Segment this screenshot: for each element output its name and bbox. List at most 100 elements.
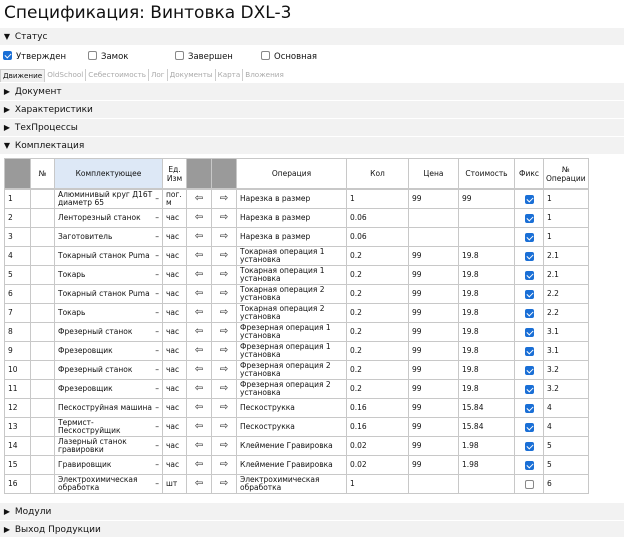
row-select[interactable] xyxy=(30,284,55,304)
component-cell[interactable]: Пескоструйная машина – xyxy=(54,398,163,418)
unit-cell[interactable]: час xyxy=(162,246,187,266)
row-select[interactable] xyxy=(30,474,55,494)
table-row[interactable]: 8 Фрезерный станок – час ⇦ ⇨ Фрезерная операци… xyxy=(4,322,589,342)
section-tech[interactable]: ▶ ТехПроцессы xyxy=(0,119,624,136)
row-select[interactable] xyxy=(30,379,55,399)
arrow-in-icon[interactable]: ⇦ xyxy=(186,246,212,266)
operation-cell[interactable]: Токарная операция 1 установка xyxy=(236,246,347,266)
checkbox-box[interactable] xyxy=(261,51,270,60)
main-checkbox[interactable]: Основная xyxy=(261,51,317,63)
fix-cell[interactable] xyxy=(514,398,544,418)
arrow-out-icon[interactable]: ⇨ xyxy=(211,474,237,494)
qty-cell[interactable]: 0.2 xyxy=(346,284,409,304)
fix-cell[interactable] xyxy=(514,303,544,323)
fix-checkbox[interactable] xyxy=(524,365,534,375)
fix-cell[interactable] xyxy=(514,436,544,456)
component-cell[interactable]: Фрезерный станок – xyxy=(54,322,163,342)
qty-cell[interactable]: 0.06 xyxy=(346,227,409,247)
section-kit[interactable]: ▼ Комплектация xyxy=(0,137,624,154)
lock-checkbox[interactable]: Замок xyxy=(88,51,128,63)
table-row[interactable]: 1 Алюминивый круг Д16Т диаметр 65– пог. м ⇦… xyxy=(4,189,589,209)
fix-checkbox[interactable] xyxy=(524,441,534,451)
table-row[interactable]: 11 Фрезеровщик – час ⇦ ⇨ Фрезерная операция 2 … xyxy=(4,379,589,399)
qty-cell[interactable]: 0.02 xyxy=(346,436,409,456)
price-cell[interactable]: 99 xyxy=(408,455,459,475)
operation-cell[interactable]: Нарезка в размер xyxy=(236,208,347,228)
section-modules[interactable]: ▶ Модули xyxy=(0,503,624,520)
arrow-in-icon[interactable]: ⇦ xyxy=(186,284,212,304)
qty-cell[interactable]: 0.02 xyxy=(346,455,409,475)
operation-cell[interactable]: Пескострукка xyxy=(236,417,347,437)
fix-cell[interactable] xyxy=(514,246,544,266)
arrow-out-icon[interactable]: ⇨ xyxy=(211,398,237,418)
row-select[interactable] xyxy=(30,208,55,228)
fix-checkbox[interactable] xyxy=(524,270,534,280)
section-document[interactable]: ▶ Документ xyxy=(0,83,624,100)
price-cell[interactable] xyxy=(408,227,459,247)
unit-cell[interactable]: час xyxy=(162,284,187,304)
component-cell[interactable]: Электрохимическая обработка – xyxy=(54,474,163,494)
component-cell[interactable]: Фрезеровщик – xyxy=(54,379,163,399)
fix-checkbox[interactable] xyxy=(524,422,534,432)
price-cell[interactable]: 99 xyxy=(408,303,459,323)
operation-cell[interactable]: Фрезерная операция 2 установка xyxy=(236,379,347,399)
arrow-out-icon[interactable]: ⇨ xyxy=(211,189,237,209)
unit-cell[interactable]: час xyxy=(162,398,187,418)
component-cell[interactable]: Ленторезный станок – xyxy=(54,208,163,228)
row-select[interactable] xyxy=(30,398,55,418)
qty-cell[interactable]: 0.2 xyxy=(346,379,409,399)
row-select[interactable] xyxy=(30,265,55,285)
section-characteristics[interactable]: ▶ Характеристики xyxy=(0,101,624,118)
arrow-in-icon[interactable]: ⇦ xyxy=(186,379,212,399)
price-cell[interactable] xyxy=(408,208,459,228)
qty-cell[interactable]: 0.06 xyxy=(346,208,409,228)
table-row[interactable]: 5 Токарь – час ⇦ ⇨ Токарная операция 1 установ… xyxy=(4,265,589,285)
row-select[interactable] xyxy=(30,455,55,475)
price-cell[interactable]: 99 xyxy=(408,284,459,304)
price-cell[interactable] xyxy=(408,474,459,494)
fix-cell[interactable] xyxy=(514,474,544,494)
arrow-out-icon[interactable]: ⇨ xyxy=(211,246,237,266)
component-cell[interactable]: Токарный станок Puma – xyxy=(54,284,163,304)
qty-cell[interactable]: 0.2 xyxy=(346,360,409,380)
arrow-out-icon[interactable]: ⇨ xyxy=(211,341,237,361)
arrow-out-icon[interactable]: ⇨ xyxy=(211,227,237,247)
component-cell[interactable]: Токарь – xyxy=(54,265,163,285)
component-cell[interactable]: Алюминивый круг Д16Т диаметр 65– xyxy=(54,189,163,209)
fix-cell[interactable] xyxy=(514,360,544,380)
fix-checkbox[interactable] xyxy=(524,346,534,356)
operation-cell[interactable]: Электрохимическая обработка xyxy=(236,474,347,494)
arrow-in-icon[interactable]: ⇦ xyxy=(186,208,212,228)
qty-cell[interactable]: 0.2 xyxy=(346,341,409,361)
price-cell[interactable]: 99 xyxy=(408,436,459,456)
operation-cell[interactable]: Фрезерная операция 2 установка xyxy=(236,360,347,380)
fix-checkbox[interactable] xyxy=(524,384,534,394)
approved-checkbox[interactable]: Утвержден xyxy=(3,51,66,63)
operation-cell[interactable]: Фрезерная операция 1 установка xyxy=(236,341,347,361)
row-select[interactable] xyxy=(30,341,55,361)
unit-cell[interactable]: час xyxy=(162,303,187,323)
fix-cell[interactable] xyxy=(514,284,544,304)
arrow-out-icon[interactable]: ⇨ xyxy=(211,265,237,285)
unit-cell[interactable]: час xyxy=(162,322,187,342)
table-row[interactable]: 13 Термист-Пескоструйщик – час ⇦ ⇨ Пескострукк… xyxy=(4,417,589,437)
arrow-in-icon[interactable]: ⇦ xyxy=(186,189,212,209)
arrow-in-icon[interactable]: ⇦ xyxy=(186,417,212,437)
operation-cell[interactable]: Пескострукка xyxy=(236,398,347,418)
tab-map[interactable]: Карта xyxy=(216,69,244,81)
component-cell[interactable]: Токарь – xyxy=(54,303,163,323)
operation-cell[interactable]: Токарная операция 2 установка xyxy=(236,303,347,323)
arrow-in-icon[interactable]: ⇦ xyxy=(186,265,212,285)
table-row[interactable]: 14 Лазерный станок гравировки – час ⇦ ⇨ Клейме… xyxy=(4,436,589,456)
operation-cell[interactable]: Токарная операция 2 установка xyxy=(236,284,347,304)
row-select[interactable] xyxy=(30,322,55,342)
price-cell[interactable]: 99 xyxy=(408,341,459,361)
done-checkbox[interactable]: Завершен xyxy=(175,51,233,63)
checkbox-box[interactable] xyxy=(175,51,184,60)
price-cell[interactable]: 99 xyxy=(408,379,459,399)
table-row[interactable]: 4 Токарный станок Puma – час ⇦ ⇨ Токарная опер… xyxy=(4,246,589,266)
price-cell[interactable]: 99 xyxy=(408,322,459,342)
arrow-out-icon[interactable]: ⇨ xyxy=(211,322,237,342)
operation-cell[interactable]: Нарезка в размер xyxy=(236,189,347,209)
price-cell[interactable]: 99 xyxy=(408,246,459,266)
